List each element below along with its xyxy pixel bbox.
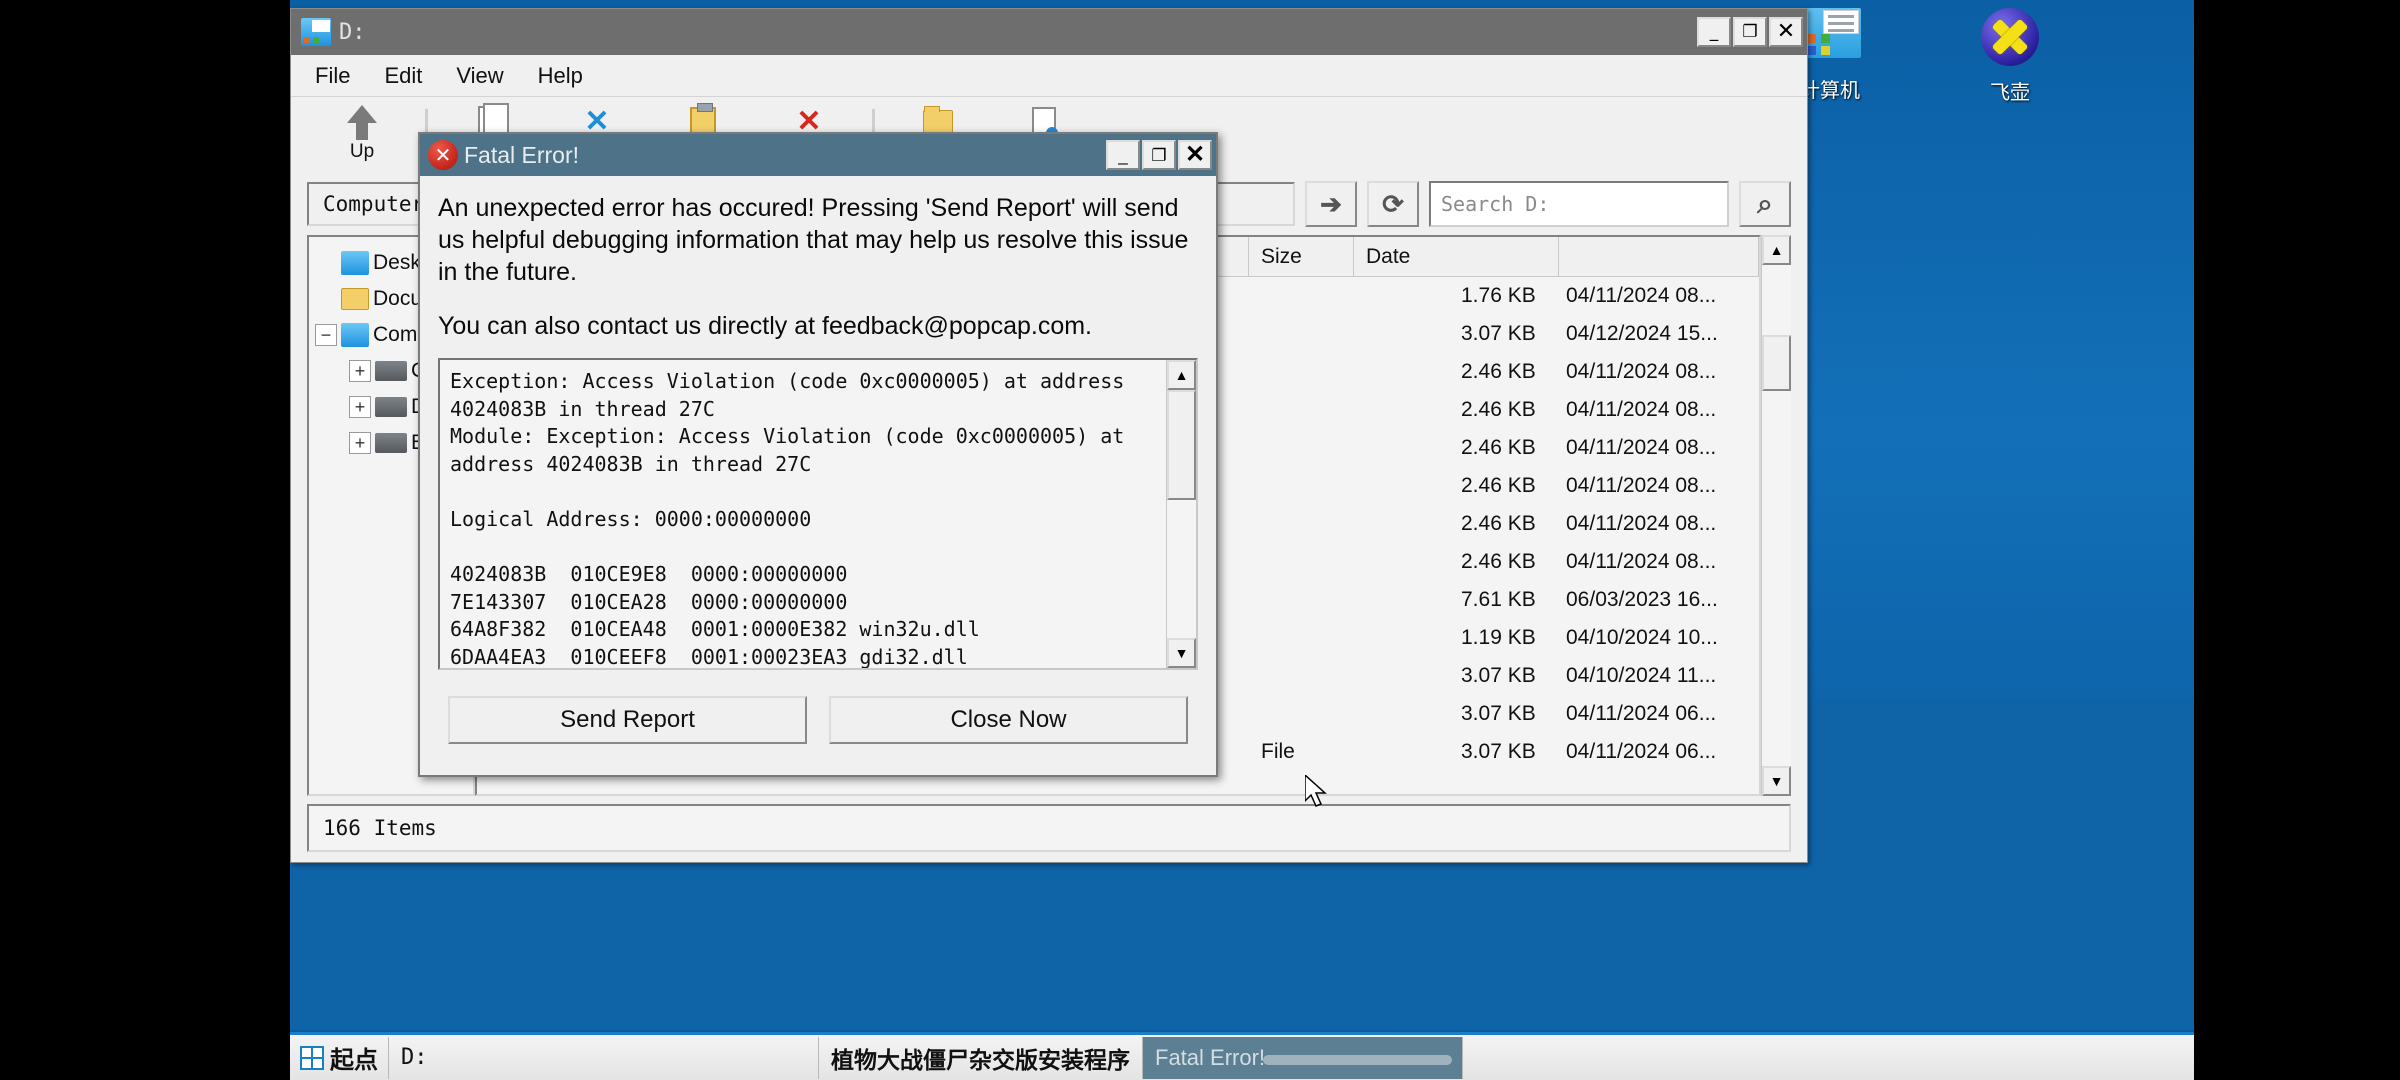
cell-date: 04/11/2024 06... bbox=[1566, 740, 1717, 763]
scroll-track[interactable] bbox=[1762, 265, 1791, 766]
scroll-up-button[interactable]: ▲ bbox=[1762, 235, 1791, 265]
dialog-scroll-track[interactable] bbox=[1167, 390, 1196, 638]
cell-size: 2.46 KB bbox=[1461, 436, 1536, 459]
scroll-thumb[interactable] bbox=[1762, 335, 1791, 391]
cell-date: 04/11/2024 08... bbox=[1566, 360, 1717, 383]
drive-icon bbox=[375, 397, 407, 417]
folder-docs-icon bbox=[341, 288, 369, 310]
toolbar-up-button[interactable]: Up bbox=[309, 103, 415, 163]
cell-date: 04/11/2024 08... bbox=[1566, 512, 1717, 535]
cell-size: 1.76 KB bbox=[1461, 284, 1536, 307]
close-now-button[interactable]: Close Now bbox=[829, 696, 1188, 744]
cell-date: 04/10/2024 10... bbox=[1566, 626, 1718, 649]
menu-item-help[interactable]: Help bbox=[538, 63, 583, 89]
cell-date: 04/11/2024 08... bbox=[1566, 436, 1717, 459]
send-report-button[interactable]: Send Report bbox=[448, 696, 807, 744]
tree-toggle-computer[interactable]: − bbox=[315, 324, 337, 346]
dialog-detail-scrollbar[interactable]: ▲ ▼ bbox=[1166, 360, 1196, 668]
go-button[interactable]: ➔ bbox=[1305, 181, 1357, 227]
explorer-close-button[interactable]: ✕ bbox=[1769, 17, 1803, 47]
column-header-size[interactable]: Size bbox=[1249, 237, 1354, 276]
tree-toggle-drive-c[interactable]: + bbox=[349, 360, 371, 382]
monitor-icon bbox=[341, 323, 369, 347]
file-list-scrollbar[interactable]: ▲ ▼ bbox=[1761, 235, 1791, 796]
dialog-scroll-thumb[interactable] bbox=[1167, 390, 1196, 500]
cell-size: 3.07 KB bbox=[1461, 702, 1536, 725]
cell-size: 3.07 KB bbox=[1461, 664, 1536, 687]
drive-icon bbox=[375, 361, 407, 381]
dialog-scroll-down-button[interactable]: ▼ bbox=[1167, 638, 1196, 668]
cell-size: 3.07 KB bbox=[1461, 322, 1536, 345]
explorer-titlebar[interactable]: D: _ ❐ ✕ bbox=[291, 9, 1807, 55]
cell-size: 3.07 KB bbox=[1461, 740, 1536, 763]
explorer-minimize-button[interactable]: _ bbox=[1697, 17, 1731, 47]
cell-date: 04/11/2024 06... bbox=[1566, 702, 1717, 725]
dialog-maximize-button[interactable]: ❐ bbox=[1142, 140, 1176, 170]
cell-size: 1.19 KB bbox=[1461, 626, 1536, 649]
cell-size: 2.46 KB bbox=[1461, 512, 1536, 535]
drive-icon bbox=[375, 433, 407, 453]
taskbar-item-explorer[interactable]: D: bbox=[389, 1036, 819, 1079]
toolbar-up-label: Up bbox=[349, 141, 375, 162]
cell-type: File bbox=[1261, 740, 1295, 763]
start-button-label: 起点 bbox=[330, 1047, 378, 1074]
cell-date: 04/11/2024 08... bbox=[1566, 398, 1717, 421]
explorer-title: D: bbox=[339, 19, 366, 45]
error-circle-icon: ✕ bbox=[428, 140, 458, 170]
cell-date: 04/11/2024 08... bbox=[1566, 550, 1717, 573]
dialog-message: An unexpected error has occured! Pressin… bbox=[420, 176, 1216, 342]
cell-date: 04/12/2024 15... bbox=[1566, 322, 1718, 345]
desktop-icon-flyingkettle[interactable]: 飞壶 bbox=[1935, 8, 2085, 105]
status-bar: 166 Items bbox=[307, 804, 1791, 852]
cell-size: 2.46 KB bbox=[1461, 474, 1536, 497]
taskbar-item-progress-bar bbox=[1263, 1054, 1452, 1065]
cell-size: 2.46 KB bbox=[1461, 398, 1536, 421]
dialog-scroll-up-button[interactable]: ▲ bbox=[1167, 360, 1196, 390]
cell-date: 04/10/2024 11... bbox=[1566, 664, 1717, 687]
dialog-detail-text: Exception: Access Violation (code 0xc000… bbox=[450, 369, 1125, 668]
cell-date: 06/03/2023 16... bbox=[1566, 588, 1718, 611]
dialog-message-primary: An unexpected error has occured! Pressin… bbox=[438, 194, 1189, 286]
taskbar: 起点 D: 植物大战僵尸杂交版安装程序 Fatal Error! bbox=[290, 1032, 2194, 1080]
cell-date: 04/11/2024 08... bbox=[1566, 284, 1717, 307]
column-header-date[interactable]: Date bbox=[1354, 237, 1559, 276]
flyingkettle-icon bbox=[1935, 8, 2085, 72]
dialog-minimize-button[interactable]: _ bbox=[1106, 140, 1140, 170]
desktop-icon-computer-label: 计算机 bbox=[1800, 80, 1860, 102]
monitor-icon bbox=[341, 251, 369, 275]
column-header-blank[interactable] bbox=[1559, 237, 1759, 276]
dialog-close-button[interactable]: ✕ bbox=[1178, 140, 1212, 170]
taskbar-item-fatal-error[interactable]: Fatal Error! bbox=[1143, 1036, 1463, 1079]
search-icon[interactable]: ⌕ bbox=[1739, 181, 1791, 227]
menu-item-file[interactable]: File bbox=[315, 63, 350, 89]
dialog-button-row: Send Report Close Now bbox=[420, 670, 1216, 744]
windows-flag-icon bbox=[300, 1045, 324, 1070]
refresh-button[interactable]: ⟳ bbox=[1367, 181, 1419, 227]
scroll-down-button[interactable]: ▼ bbox=[1762, 766, 1791, 796]
arrow-up-icon bbox=[309, 103, 415, 141]
explorer-menubar: File Edit View Help bbox=[291, 55, 1807, 97]
tree-toggle-drive-d[interactable]: + bbox=[349, 396, 371, 418]
explorer-maximize-button[interactable]: ❐ bbox=[1733, 17, 1767, 47]
dialog-message-secondary: You can also contact us directly at feed… bbox=[438, 312, 1093, 340]
tree-toggle-drive-e[interactable]: + bbox=[349, 432, 371, 454]
folder-explorer-icon bbox=[301, 18, 331, 46]
menu-item-view[interactable]: View bbox=[456, 63, 503, 89]
dialog-titlebar[interactable]: ✕ Fatal Error! _ ❐ ✕ bbox=[420, 134, 1216, 176]
start-button[interactable]: 起点 bbox=[290, 1036, 389, 1079]
cell-size: 7.61 KB bbox=[1461, 588, 1536, 611]
taskbar-item-fatal-error-label: Fatal Error! bbox=[1155, 1044, 1266, 1070]
fatal-error-dialog: ✕ Fatal Error! _ ❐ ✕ An unexpected error… bbox=[418, 132, 1218, 777]
cell-size: 2.46 KB bbox=[1461, 550, 1536, 573]
cell-date: 04/11/2024 08... bbox=[1566, 474, 1717, 497]
taskbar-item-installer[interactable]: 植物大战僵尸杂交版安装程序 bbox=[819, 1036, 1143, 1079]
desktop-icon-flyingkettle-label: 飞壶 bbox=[1990, 82, 2030, 104]
menu-item-edit[interactable]: Edit bbox=[384, 63, 422, 89]
dialog-title: Fatal Error! bbox=[464, 141, 580, 168]
dialog-detail-box[interactable]: Exception: Access Violation (code 0xc000… bbox=[438, 358, 1198, 670]
search-input[interactable]: Search D: bbox=[1429, 181, 1729, 227]
cell-size: 2.46 KB bbox=[1461, 360, 1536, 383]
